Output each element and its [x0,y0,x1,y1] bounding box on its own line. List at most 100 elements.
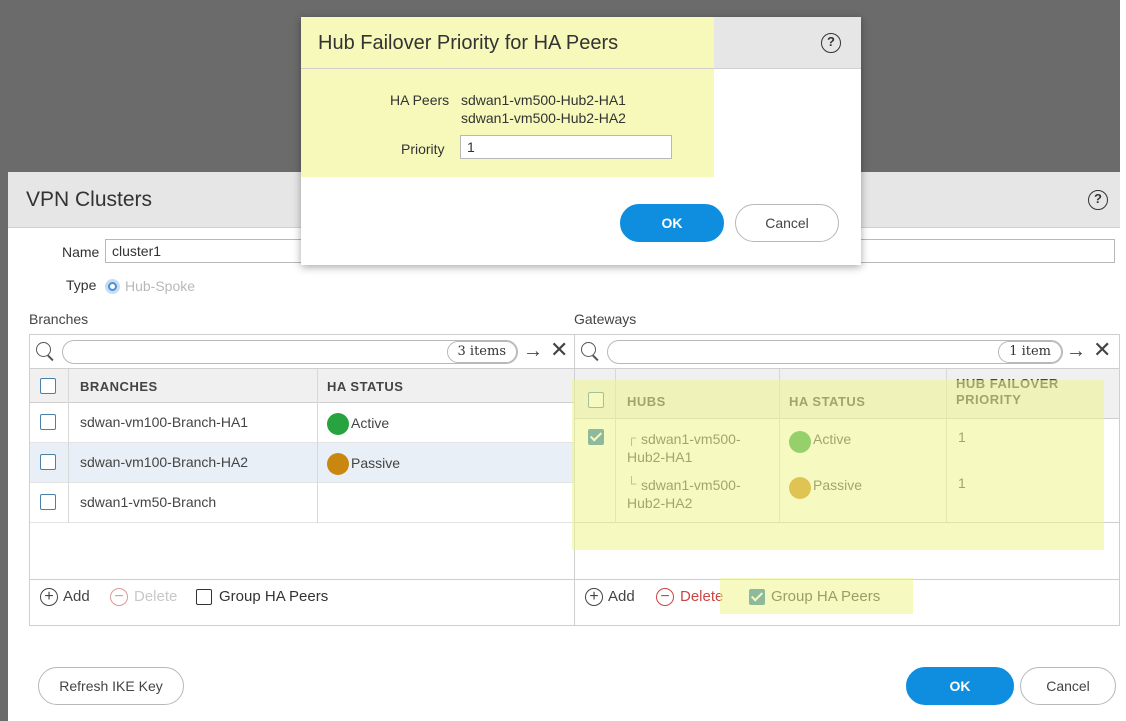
delete-button: Delete [134,588,178,605]
branches-search-input[interactable]: 3 items [62,340,518,364]
table-row[interactable]: sdwan1-vm50-Branch [30,483,575,523]
branches-grid: 3 items → ✕ BRANCHES HA STATUS sdwan-vm1… [29,334,576,626]
column-divider [615,369,616,419]
ha-status-text: Passive [351,455,401,471]
ha-status-text: Active [813,431,852,447]
column-divider [317,403,318,443]
gateways-item-count: 1 item [998,341,1062,363]
cancel-button[interactable]: Cancel [1020,667,1116,705]
gateways-section-label: Gateways [574,311,637,327]
search-icon[interactable] [36,342,51,357]
branches-select-all-checkbox[interactable] [40,378,56,394]
passive-status-icon [789,477,811,499]
add-button[interactable]: Add [608,588,635,605]
search-icon[interactable] [581,342,596,357]
branches-item-count: 3 items [446,341,517,363]
branches-header: BRANCHES HA STATUS [30,369,575,403]
tree-connector-icon: └ [627,476,637,491]
priority-label: Priority [401,141,445,157]
help-icon[interactable]: ? [1088,190,1108,210]
branch-name: sdwan-vm100-Branch-HA1 [80,414,249,430]
hub-name-line1: sdwan1-vm500- [641,477,741,493]
modal-title: Hub Failover Priority for HA Peers [318,32,619,54]
gateways-toolbar: 1 item → ✕ [575,335,1119,369]
hubs-column-header[interactable]: HUBS [627,394,666,409]
type-value: Hub-Spoke [125,278,196,294]
name-label: Name [62,244,100,260]
add-circle-icon[interactable]: + [40,588,58,606]
modal-cancel-button[interactable]: Cancel [735,204,839,242]
table-row[interactable]: sdwan-vm100-Branch-HA2 Passive [30,443,575,483]
hub-failover-priority: 1 [958,429,966,445]
active-status-icon [327,413,349,435]
dialog-title: VPN Clusters [26,188,153,211]
hub-name-line2: Hub2-HA1 [627,449,693,465]
group-ha-peers-label[interactable]: Group HA Peers [771,588,880,605]
hub-failover-priority: 1 [958,475,966,491]
table-row[interactable]: ┌ sdwan1-vm500- Hub2-HA1 Active 1 └ sdwa… [575,419,1119,523]
column-divider [317,443,318,483]
add-button[interactable]: Add [63,588,90,605]
hub-name-line1: sdwan1-vm500- [641,431,741,447]
column-divider [68,483,69,523]
row-checkbox[interactable] [40,454,56,470]
ha-status-text: Passive [813,477,863,493]
hub-failover-column-header[interactable]: HUB FAILOVER [956,376,1059,391]
delete-circle-icon: − [110,588,128,606]
row-checkbox[interactable] [40,494,56,510]
gateways-select-all-checkbox[interactable] [588,392,604,408]
hub-failover-priority-modal: Hub Failover Priority for HA Peers ? ? H… [301,17,861,265]
priority-column-header[interactable]: PRIORITY [956,392,1021,407]
help-icon[interactable]: ? [821,33,841,53]
branches-footer: + Add − Delete Group HA Peers [30,579,575,613]
add-circle-icon[interactable]: + [585,588,603,606]
column-divider [317,483,318,523]
column-divider [779,369,780,419]
row-checkbox[interactable] [40,414,56,430]
gateways-search-input[interactable]: 1 item [607,340,1063,364]
column-divider [68,369,69,403]
column-divider [68,443,69,483]
branches-column-header[interactable]: BRANCHES [80,379,158,394]
ha-status-column-header[interactable]: HA STATUS [789,394,865,409]
ha-status-text: Active [351,415,390,431]
tree-connector-icon: ┌ [627,430,637,445]
ok-button[interactable]: OK [906,667,1014,705]
column-divider [68,403,69,443]
column-divider [317,369,318,403]
arrow-right-icon[interactable]: → [1066,341,1086,361]
table-row[interactable]: sdwan-vm100-Branch-HA1 Active [30,403,575,443]
gateways-grid: 1 item → ✕ HUBS HA STATUS HUB FAILOVER P… [574,334,1120,626]
priority-input[interactable]: 1 [460,135,672,159]
hub-spoke-radio[interactable] [105,279,120,294]
ha-peer-2: sdwan1-vm500-Hub2-HA2 [461,110,626,126]
delete-circle-icon[interactable]: − [656,588,674,606]
branch-name: sdwan-vm100-Branch-HA2 [80,454,249,470]
column-divider [946,369,947,419]
branches-section-label: Branches [29,311,89,327]
ha-status-column-header[interactable]: HA STATUS [327,379,403,394]
modal-ok-button[interactable]: OK [620,204,724,242]
refresh-ike-key-button[interactable]: Refresh IKE Key [38,667,184,705]
group-ha-peers-label[interactable]: Group HA Peers [219,588,328,605]
column-divider [946,419,947,523]
group-ha-peers-checkbox[interactable] [196,589,212,605]
passive-status-icon [327,453,349,475]
type-label: Type [66,277,97,293]
close-icon[interactable]: ✕ [550,339,568,361]
ha-peer-1: sdwan1-vm500-Hub2-HA1 [461,92,626,108]
arrow-right-icon[interactable]: → [523,341,543,361]
column-divider [779,419,780,523]
gateways-footer: + Add − Delete Group HA Peers [575,579,1119,613]
row-checkbox[interactable] [588,429,604,445]
ha-peers-label: HA Peers [390,92,450,108]
delete-button[interactable]: Delete [680,588,723,605]
branch-name: sdwan1-vm50-Branch [80,494,217,510]
hub-name-line2: Hub2-HA2 [627,495,693,511]
gateways-header: HUBS HA STATUS HUB FAILOVER PRIORITY [575,369,1119,419]
active-status-icon [789,431,811,453]
branches-toolbar: 3 items → ✕ [30,335,575,369]
close-icon[interactable]: ✕ [1093,339,1111,361]
column-divider [615,419,616,523]
group-ha-peers-checkbox[interactable] [749,589,765,605]
